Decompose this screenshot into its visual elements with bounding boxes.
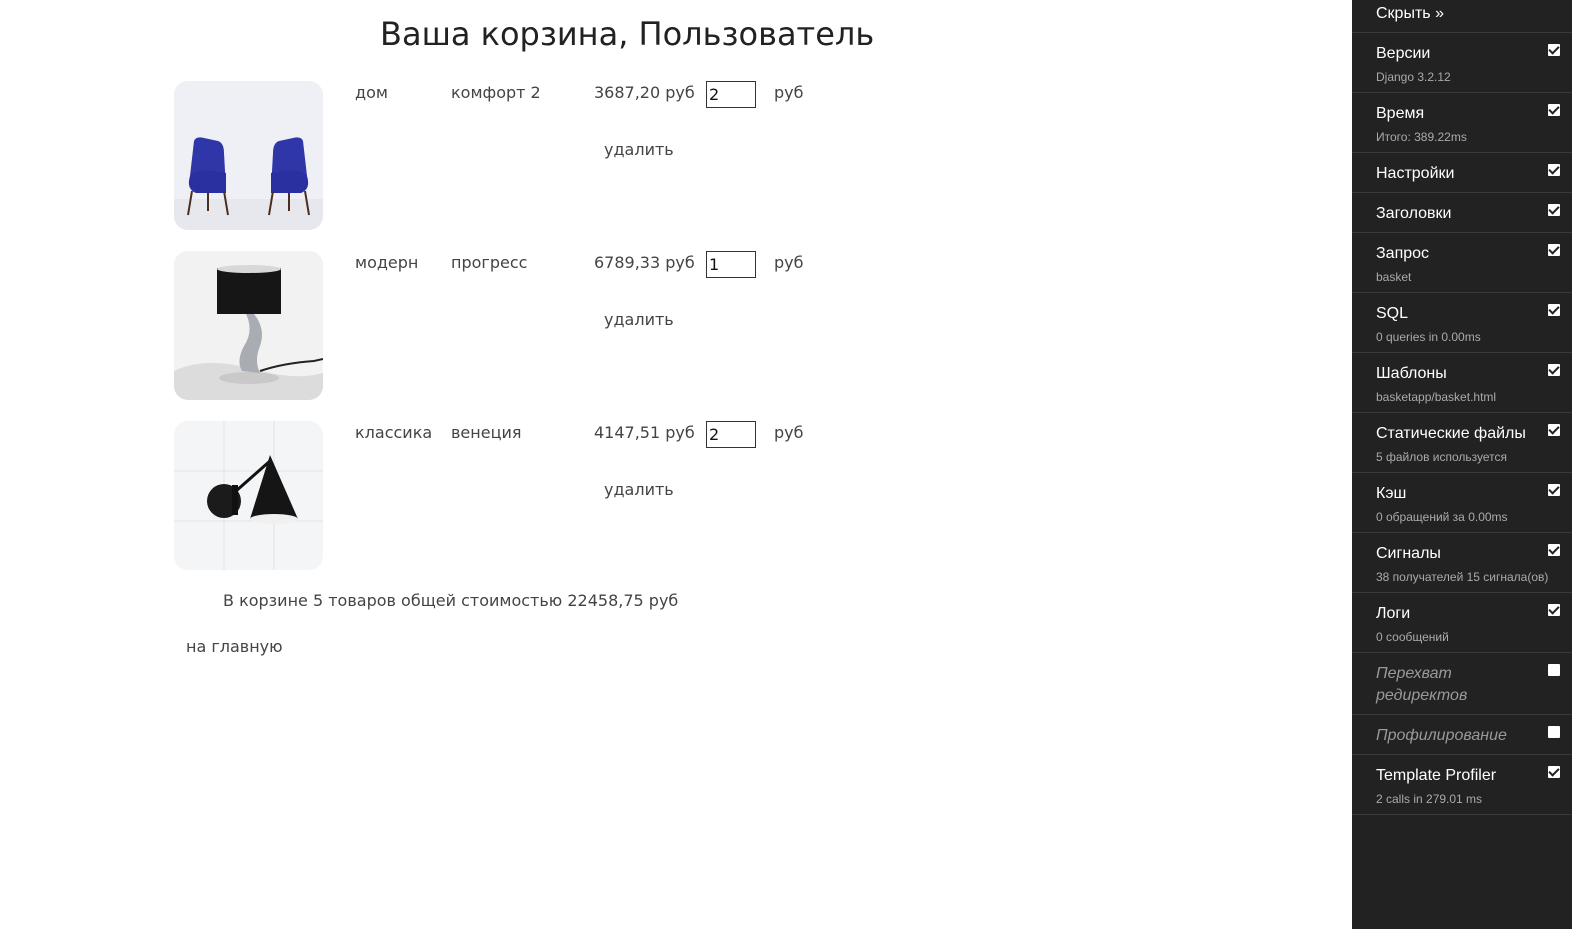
item-price: 4147,51 руб (594, 423, 695, 442)
panel-checkbox[interactable] (1548, 104, 1560, 116)
delete-link[interactable]: удалить (604, 310, 674, 329)
hide-toolbar-button[interactable]: Скрыть » (1376, 5, 1444, 23)
panel-title: SQL (1376, 305, 1409, 322)
panel-checkbox[interactable] (1548, 364, 1560, 376)
currency-label: руб (774, 83, 804, 102)
panel-subtitle: basketapp/basket.html (1376, 390, 1497, 404)
panel-title: Профилирование (1376, 727, 1507, 744)
panel-title: Сигналы (1376, 545, 1441, 562)
panel-checkbox[interactable] (1548, 44, 1560, 56)
panel-title: Время (1376, 105, 1425, 122)
panel-signals[interactable]: Сигналы 38 получателей 15 сигнала(ов) (1352, 532, 1572, 592)
panel-title: Template Profiler (1376, 767, 1497, 784)
item-name: венеция (451, 423, 522, 442)
item-name: прогресс (451, 253, 528, 272)
currency-label: руб (774, 253, 804, 272)
cart-item: классика венеция 4147,51 руб руб удалить (174, 421, 854, 571)
panel-checkbox[interactable] (1548, 244, 1560, 256)
panel-subtitle: 2 calls in 279.01 ms (1376, 792, 1483, 806)
panel-title: Логи (1376, 605, 1411, 622)
panel-checkbox[interactable] (1548, 544, 1560, 556)
panel-checkbox[interactable] (1548, 664, 1560, 676)
panel-checkbox[interactable] (1548, 484, 1560, 496)
table-lamp-image (174, 251, 323, 400)
panel-logs[interactable]: Логи 0 сообщений (1352, 592, 1572, 652)
cart-item: дом комфорт 2 3687,20 руб руб удалить (174, 81, 854, 231)
panel-list: Версии Django 3.2.12 Время Итого: 389.22ms… (1352, 32, 1572, 815)
panel-redirects[interactable]: Перехват редиректов (1352, 652, 1572, 714)
panel-headers[interactable]: Заголовки (1352, 192, 1572, 232)
panel-title: Перехват редиректов (1376, 665, 1468, 704)
panel-checkbox[interactable] (1548, 164, 1560, 176)
currency-label: руб (774, 423, 804, 442)
panel-settings[interactable]: Настройки (1352, 152, 1572, 192)
panel-title: Версии (1376, 45, 1431, 62)
item-style: модерн (355, 253, 419, 272)
basket-page: Ваша корзина, Пользователь дом комфорт 2… (0, 0, 1352, 929)
blue-chairs-image (174, 81, 323, 230)
cart-item: модерн прогресс 6789,33 руб руб удалить (174, 251, 854, 401)
panel-title: Шаблоны (1376, 365, 1447, 382)
panel-subtitle: 38 получателей 15 сигнала(ов) (1376, 570, 1549, 584)
panel-versions[interactable]: Версии Django 3.2.12 (1352, 32, 1572, 92)
debug-toolbar: Скрыть » Версии Django 3.2.12 Время Итого:… (1352, 0, 1572, 929)
panel-cache[interactable]: Кэш 0 обращений за 0.00ms (1352, 472, 1572, 532)
panel-checkbox[interactable] (1548, 766, 1560, 778)
panel-profiling[interactable]: Профилирование (1352, 714, 1572, 754)
panel-title: Заголовки (1376, 205, 1452, 222)
panel-checkbox[interactable] (1548, 304, 1560, 316)
item-style: классика (355, 423, 433, 442)
panel-title: Статические файлы (1376, 425, 1526, 442)
panel-time[interactable]: Время Итого: 389.22ms (1352, 92, 1572, 152)
panel-request[interactable]: Запрос basket (1352, 232, 1572, 292)
item-price: 3687,20 руб (594, 83, 695, 102)
item-style: дом (355, 83, 388, 102)
panel-sql[interactable]: SQL 0 queries in 0.00ms (1352, 292, 1572, 352)
home-link[interactable]: на главную (186, 637, 283, 656)
quantity-input[interactable] (706, 421, 756, 448)
panel-static-files[interactable]: Статические файлы 5 файлов используется (1352, 412, 1572, 472)
quantity-input[interactable] (706, 81, 756, 108)
item-name: комфорт 2 (451, 83, 541, 102)
panel-checkbox[interactable] (1548, 204, 1560, 216)
panel-checkbox[interactable] (1548, 424, 1560, 436)
delete-link[interactable]: удалить (604, 480, 674, 499)
page-title: Ваша корзина, Пользователь (380, 15, 875, 53)
panel-templates[interactable]: Шаблоны basketapp/basket.html (1352, 352, 1572, 412)
panel-subtitle: 0 queries in 0.00ms (1376, 330, 1481, 344)
panel-title: Кэш (1376, 485, 1407, 502)
wall-lamp-image (174, 421, 323, 570)
item-price: 6789,33 руб (594, 253, 695, 272)
cart-summary: В корзине 5 товаров общей стоимостью 224… (223, 591, 679, 610)
panel-checkbox[interactable] (1548, 604, 1560, 616)
panel-subtitle: 0 обращений за 0.00ms (1376, 510, 1508, 524)
panel-subtitle: Django 3.2.12 (1376, 70, 1451, 84)
panel-subtitle: 5 файлов используется (1376, 450, 1508, 464)
panel-title: Запрос (1376, 245, 1430, 262)
panel-subtitle: basket (1376, 270, 1412, 284)
panel-title: Настройки (1376, 165, 1455, 182)
panel-checkbox[interactable] (1548, 726, 1560, 738)
panel-subtitle: 0 сообщений (1376, 630, 1449, 644)
quantity-input[interactable] (706, 251, 756, 278)
panel-subtitle: Итого: 389.22ms (1376, 130, 1467, 144)
delete-link[interactable]: удалить (604, 140, 674, 159)
panel-template-profiler[interactable]: Template Profiler 2 calls in 279.01 ms (1352, 754, 1572, 815)
